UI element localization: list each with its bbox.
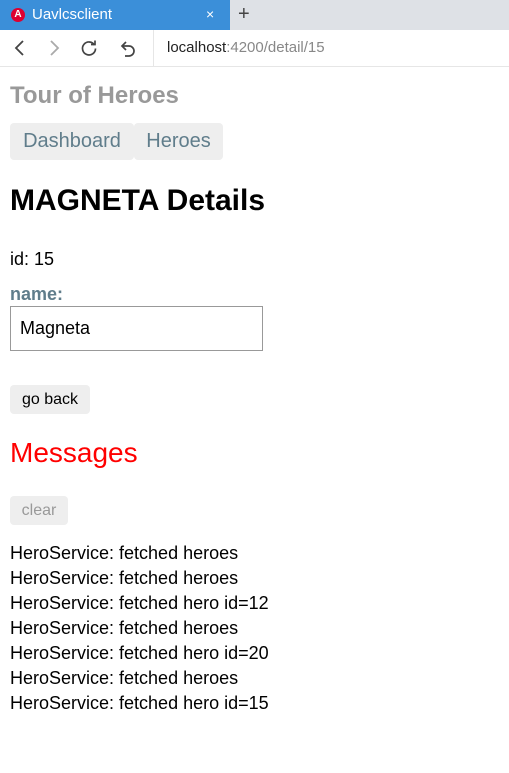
heroes-nav-button[interactable]: Heroes: [134, 123, 223, 160]
dashboard-nav-button[interactable]: Dashboard: [10, 123, 134, 160]
message-item: HeroService: fetched heroes: [10, 618, 239, 638]
name-label: name:: [10, 284, 64, 304]
messages-title: Messages: [10, 437, 138, 468]
undo-icon[interactable]: [115, 30, 139, 66]
url-field[interactable]: localhost:4200/detail/15: [167, 39, 325, 56]
refresh-icon[interactable]: [77, 30, 101, 66]
close-tab-icon[interactable]: ×: [206, 6, 214, 22]
go-back-button[interactable]: go back: [10, 385, 90, 414]
clear-messages-button[interactable]: clear: [10, 496, 68, 525]
back-arrow-icon[interactable]: [8, 30, 32, 66]
message-item: HeroService: fetched hero id=20: [10, 643, 269, 663]
hero-details-title: MAGNETA Details: [10, 184, 266, 217]
new-tab-icon[interactable]: +: [238, 3, 250, 26]
url-host: localhost: [167, 39, 227, 56]
message-item: HeroService: fetched hero id=12: [10, 593, 269, 613]
browser-tab-bar: A Uavlcsclient × +: [0, 0, 509, 30]
message-item: HeroService: fetched heroes: [10, 543, 239, 563]
app-title: Tour of Heroes: [10, 82, 179, 109]
forward-arrow-icon[interactable]: [42, 30, 66, 66]
browser-address-bar: localhost:4200/detail/15: [0, 30, 509, 67]
hero-id: id: 15: [10, 249, 55, 269]
message-item: HeroService: fetched heroes: [10, 668, 239, 688]
angular-favicon-icon: A: [11, 8, 25, 22]
browser-tab-active[interactable]: A Uavlcsclient ×: [0, 0, 230, 30]
address-divider: [153, 30, 154, 66]
message-item: HeroService: fetched hero id=15: [10, 693, 269, 713]
hero-name-input[interactable]: [10, 306, 263, 351]
message-item: HeroService: fetched heroes: [10, 568, 239, 588]
url-path: :4200/detail/15: [226, 39, 325, 56]
tab-title: Uavlcsclient: [32, 6, 113, 23]
message-list: HeroService: fetched heroes HeroService:…: [10, 541, 269, 716]
